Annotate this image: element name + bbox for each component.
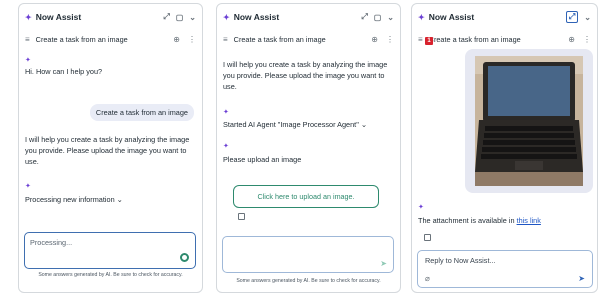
assistant-message: I will help you create a task by analyzi… [223,60,388,91]
agent-status-text: Started AI Agent "Image Processor Agent" [223,120,359,129]
sparkle-icon: ✦ [223,109,229,116]
panel-header: ✦ Now Assist ⤢ ⌄ [412,4,597,30]
add-icon[interactable]: ⊕ [371,35,378,44]
expand-icon[interactable]: ⤢ [361,12,367,22]
chat-input[interactable]: Processing... [24,232,196,269]
conversation-title: Create a task from an image [428,34,521,44]
attach-icon[interactable]: ⌀ [425,274,430,283]
panel-header: ✦ Now Assist ⤢ ▢ ⌄ [217,4,400,30]
conversation-bar: ≡ Create a task from an image ⊕ ⋮ [217,30,400,48]
conversation-title: Create a task from an image [35,34,128,44]
menu-icon[interactable]: ≡ [418,35,423,44]
expand-icon[interactable]: ⤢ [163,12,169,22]
chat-panel-attachment: ✦ Now Assist ⤢ ⌄ ≡ Create a task from an… [411,3,598,293]
ai-disclaimer: Some answers generated by AI. Be sure to… [38,272,183,278]
image-message-bubble [465,49,593,193]
chevron-down-icon[interactable]: ⌄ [361,120,367,129]
menu-icon[interactable]: ≡ [223,35,228,44]
menu-icon[interactable]: ≡ [25,35,30,44]
add-icon[interactable]: ⊕ [173,35,180,44]
conversation-bar: ≡ Create a task from an image ⊕ ⋮ [412,30,597,48]
add-icon[interactable]: ⊕ [568,35,575,44]
chevron-down-icon[interactable]: ⌄ [189,13,196,22]
chat-panel-upload: ✦ Now Assist ⤢ ▢ ⌄ ≡ Create a task from … [216,3,401,293]
sparkle-icon: ✦ [418,12,425,22]
chevron-down-icon[interactable]: ⌄ [584,13,591,22]
user-message-bubble: Create a task from an image [89,104,194,121]
app-title: Now Assist [428,12,475,22]
sparkle-icon: ✦ [25,183,31,190]
app-title: Now Assist [35,12,82,22]
chevron-down-icon[interactable]: ⌄ [117,195,123,204]
dock-icon[interactable]: ▢ [176,13,184,22]
dock-icon[interactable]: ▢ [374,13,382,22]
copy-icon[interactable] [238,213,245,220]
attachment-prefix: The attachment is available in [418,216,517,225]
input-placeholder: Processing... [30,238,73,247]
attachment-link[interactable]: this link [517,216,541,225]
reply-input[interactable]: Reply to Now Assist... ⌀ ➤ [417,250,593,288]
attachment-message: The attachment is available in this link [418,215,541,226]
assistant-message: I will help you create a task by analyzi… [25,135,190,166]
input-placeholder: Reply to Now Assist... [425,256,496,265]
processing-status[interactable]: Processing new information ⌄ [25,194,123,205]
sparkle-icon: ✦ [223,12,230,22]
conversation-bar: ≡ Create a task from an image ⊕ ⋮ [19,30,202,48]
laptop-photo [475,56,583,186]
chevron-down-icon[interactable]: ⌄ [387,13,394,22]
sparkle-icon: ✦ [25,12,32,22]
app-title: Now Assist [233,12,280,22]
chat-panel-processing: ✦ Now Assist ⤢ ▢ ⌄ ≡ Create a task from … [18,3,203,293]
more-icon[interactable]: ⋮ [188,35,196,44]
conversation-title: Create a task from an image [233,34,326,44]
copy-icon[interactable] [424,234,431,241]
status-text: Processing new information [25,195,115,204]
upload-prompt: Please upload an image [223,155,302,164]
more-icon[interactable]: ⋮ [583,35,591,44]
send-icon[interactable]: ➤ [380,259,387,268]
chat-input[interactable]: ➤ [222,236,394,273]
more-icon[interactable]: ⋮ [386,35,394,44]
upload-image-button[interactable]: Click here to upload an image. [233,185,379,208]
expand-icon[interactable]: ⤢ [565,11,579,23]
sparkle-icon: ✦ [418,204,424,211]
greeting-message: Hi. How can I help you? [25,67,103,76]
panel-header: ✦ Now Assist ⤢ ▢ ⌄ [19,4,202,30]
sparkle-icon: ✦ [223,143,229,150]
alert-icon: 1 [425,37,433,45]
ai-disclaimer: Some answers generated by AI. Be sure to… [236,278,381,284]
send-icon[interactable]: ➤ [578,274,585,283]
agent-status[interactable]: Started AI Agent "Image Processor Agent"… [223,119,367,130]
loading-icon [180,253,189,262]
sparkle-icon: ✦ [25,57,31,64]
